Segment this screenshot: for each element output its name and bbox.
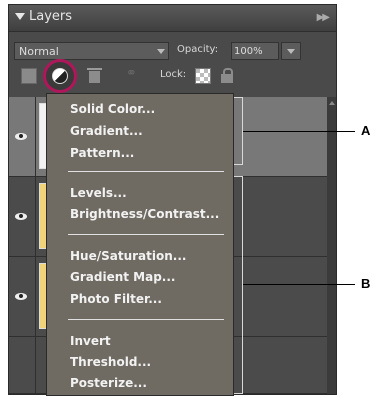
menu-item-levels[interactable]: Levels... bbox=[70, 186, 127, 200]
menu-separator bbox=[68, 319, 224, 320]
adjustment-menu: Solid Color... Gradient... Pattern... Le… bbox=[46, 93, 234, 396]
opacity-dropdown-button[interactable] bbox=[281, 42, 301, 60]
opacity-input[interactable]: 100% bbox=[231, 42, 279, 60]
blend-mode-select[interactable]: Normal bbox=[14, 42, 169, 60]
collapse-arrow-icon[interactable] bbox=[15, 13, 25, 20]
column-divider bbox=[35, 257, 36, 336]
callout-line-a bbox=[243, 131, 355, 132]
link-icon[interactable]: ⚭ bbox=[126, 66, 142, 82]
menu-item-gradient-map[interactable]: Gradient Map... bbox=[70, 270, 175, 284]
menu-item-brightness-contrast[interactable]: Brightness/Contrast... bbox=[70, 207, 219, 221]
menu-separator bbox=[68, 234, 224, 235]
callout-frame-a bbox=[234, 97, 243, 165]
scrollbar[interactable] bbox=[327, 97, 336, 394]
panel-menu-icon[interactable]: ▶▶ bbox=[317, 12, 330, 23]
menu-item-hue-saturation[interactable]: Hue/Saturation... bbox=[70, 249, 186, 263]
panel-title: Layers bbox=[29, 9, 73, 24]
callout-label-a: A bbox=[361, 123, 371, 138]
blend-mode-value: Normal bbox=[19, 45, 59, 58]
lock-label: Lock: bbox=[160, 69, 187, 80]
callout-label-b: B bbox=[361, 276, 371, 291]
lock-transparency-icon[interactable] bbox=[195, 68, 211, 84]
menu-item-photo-filter[interactable]: Photo Filter... bbox=[70, 292, 162, 306]
chevron-down-icon bbox=[157, 49, 165, 54]
menu-item-pattern[interactable]: Pattern... bbox=[70, 146, 134, 160]
opacity-label: Opacity: bbox=[177, 44, 219, 55]
menu-item-solid-color[interactable]: Solid Color... bbox=[70, 102, 155, 116]
menu-item-invert[interactable]: Invert bbox=[70, 334, 111, 348]
adjustment-layer-icon[interactable] bbox=[52, 68, 68, 84]
menu-item-gradient[interactable]: Gradient... bbox=[70, 124, 143, 138]
lock-all-icon[interactable] bbox=[219, 68, 235, 84]
new-layer-icon[interactable] bbox=[21, 68, 37, 84]
column-divider bbox=[35, 337, 36, 393]
callout-line-b bbox=[243, 284, 355, 285]
callout-frame-b bbox=[234, 176, 243, 394]
column-divider bbox=[35, 97, 36, 176]
menu-separator bbox=[68, 171, 224, 172]
column-divider bbox=[35, 177, 36, 256]
eye-icon[interactable] bbox=[15, 213, 27, 220]
eye-icon[interactable] bbox=[15, 293, 27, 300]
menu-item-threshold[interactable]: Threshold... bbox=[70, 355, 151, 369]
eye-icon[interactable] bbox=[15, 133, 27, 140]
panel-titlebar[interactable]: Layers ▶▶ bbox=[9, 5, 336, 32]
trash-icon[interactable] bbox=[87, 68, 103, 84]
menu-item-posterize[interactable]: Posterize... bbox=[70, 376, 147, 390]
